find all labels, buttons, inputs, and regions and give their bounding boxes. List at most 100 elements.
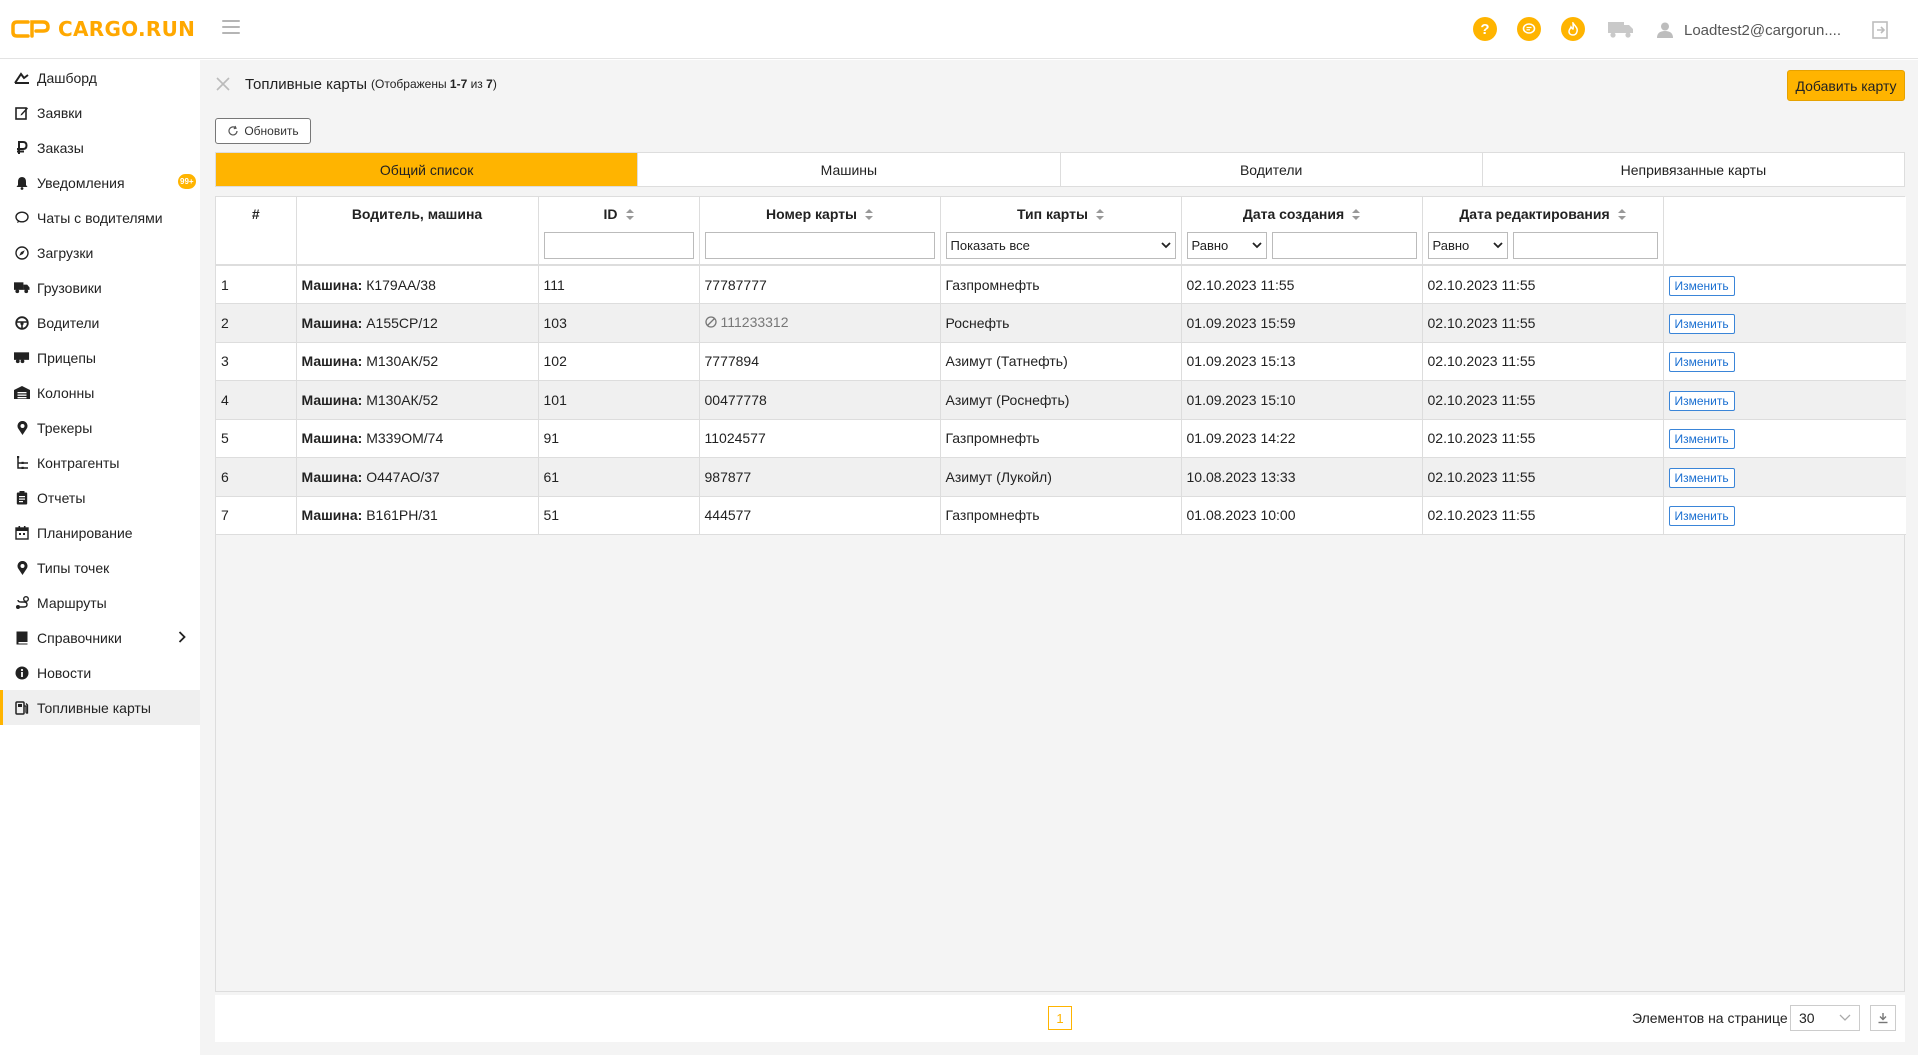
edited-operator-select[interactable]: Равно (1427, 232, 1508, 259)
sort-icon[interactable] (1617, 208, 1626, 220)
edit-button[interactable]: Изменить (1668, 352, 1735, 373)
edit-button[interactable]: Изменить (1668, 429, 1735, 450)
card-number-filter-input[interactable] (704, 232, 935, 259)
col-header-card-number[interactable]: Номер карты (699, 197, 941, 266)
sidebar-item[interactable]: Отчеты (0, 480, 200, 515)
sidebar-item-label: Топливные карты (37, 699, 151, 716)
card-id: 91 (538, 419, 700, 458)
logout-icon[interactable] (1870, 20, 1890, 40)
ruble-icon (14, 140, 30, 156)
chevron-down-icon (1160, 242, 1171, 249)
sidebar-item[interactable]: Колонны (0, 375, 200, 410)
sort-icon[interactable] (865, 208, 874, 220)
card-id: 102 (538, 342, 700, 381)
card-id: 111 (538, 265, 700, 304)
sort-icon[interactable] (1352, 208, 1361, 220)
col-header-edited-date[interactable]: Дата редактирования Равно (1422, 197, 1664, 266)
actions-cell: Изменить (1663, 496, 1906, 535)
sidebar-item-label: Колонны (37, 384, 95, 401)
sidebar-item[interactable]: Новости (0, 655, 200, 690)
sidebar-item[interactable]: Уведомления 99+ (0, 165, 200, 200)
sidebar-item[interactable]: Маршруты (0, 585, 200, 620)
col-header-id[interactable]: ID (538, 197, 700, 266)
col-header-card-type[interactable]: Тип карты Показать все (940, 197, 1182, 266)
download-button[interactable] (1870, 1005, 1896, 1031)
col-header-number: # (216, 197, 297, 266)
menu-toggle-icon[interactable] (222, 20, 240, 36)
sidebar-item[interactable]: Водители (0, 305, 200, 340)
main-content: Топливные карты (Отображены 1-7 из 7) До… (200, 60, 1918, 1055)
tab[interactable]: Машины (638, 153, 1061, 186)
vehicle-prefix: Машина: (301, 430, 363, 447)
tab[interactable]: Водители (1061, 153, 1483, 186)
sidebar-item-label: Планирование (37, 524, 133, 541)
created-date: 10.08.2023 13:33 (1181, 457, 1423, 497)
trailer-icon (14, 350, 30, 366)
actions-cell: Изменить (1663, 303, 1906, 343)
map-pin-icon (14, 560, 30, 576)
sort-icon[interactable] (625, 208, 634, 220)
sidebar-item[interactable]: Контрагенты (0, 445, 200, 480)
help-icon[interactable]: ? (1473, 17, 1497, 41)
sidebar-item[interactable]: Трекеры (0, 410, 200, 445)
refresh-button[interactable]: Обновить (215, 118, 311, 144)
fuel-pump-icon (14, 700, 30, 716)
chat-icon[interactable] (1517, 17, 1541, 41)
truck-icon[interactable] (1607, 19, 1635, 39)
vehicle-prefix: Машина: (301, 276, 363, 293)
sort-icon[interactable] (1095, 208, 1104, 220)
sidebar-item[interactable]: Дашборд (0, 60, 200, 95)
close-icon[interactable] (215, 76, 231, 92)
edit-button[interactable]: Изменить (1668, 506, 1735, 527)
row-number: 5 (216, 419, 297, 458)
clipboard-icon (14, 490, 30, 506)
logo[interactable]: CARGO.RUN (10, 16, 195, 42)
sidebar-item[interactable]: Планирование (0, 515, 200, 550)
add-card-button[interactable]: Добавить карту (1787, 70, 1905, 101)
col-header-actions (1663, 197, 1906, 266)
row-number: 3 (216, 342, 297, 381)
sidebar-item[interactable]: Загрузки (0, 235, 200, 270)
edited-date-filter-input[interactable] (1512, 232, 1658, 259)
sidebar-item-label: Типы точек (37, 559, 110, 576)
sidebar-item[interactable]: Грузовики (0, 270, 200, 305)
blocked-icon (704, 316, 717, 328)
logo-icon (11, 20, 50, 38)
sidebar-item[interactable]: Прицепы (0, 340, 200, 375)
per-page-select[interactable]: 30 (1790, 1005, 1860, 1031)
sidebar-item-label: Отчеты (37, 489, 86, 506)
page-number-button[interactable]: 1 (1048, 1006, 1072, 1030)
created-operator-select[interactable]: Равно (1186, 232, 1267, 259)
sidebar-item[interactable]: Заказы (0, 130, 200, 165)
edited-date: 02.10.2023 11:55 (1422, 457, 1664, 497)
tab[interactable]: Непривязанные карты (1483, 153, 1904, 186)
sidebar-item[interactable]: Справочники (0, 620, 200, 655)
sidebar-item[interactable]: Типы точек (0, 550, 200, 585)
vehicle-cell: Машина: А155СР/12 (296, 303, 539, 343)
tab[interactable]: Общий список (216, 153, 639, 186)
edit-button[interactable]: Изменить (1668, 390, 1735, 411)
chevron-down-icon (1251, 242, 1262, 249)
sidebar-item[interactable]: Чаты с водителями (0, 200, 200, 235)
fire-icon[interactable] (1561, 17, 1585, 41)
col-header-driver-vehicle: Водитель, машина (296, 197, 539, 266)
edit-button[interactable]: Изменить (1668, 313, 1735, 334)
truck-icon (14, 280, 30, 296)
page-title: Топливные карты (245, 75, 368, 93)
created-date-filter-input[interactable] (1271, 232, 1417, 259)
edit-button[interactable]: Изменить (1668, 467, 1735, 488)
sidebar-item[interactable]: Заявки (0, 95, 200, 130)
map-pin-icon (14, 420, 30, 436)
edit-button[interactable]: Изменить (1668, 275, 1735, 296)
card-number: 444577 (704, 507, 752, 524)
card-id: 101 (538, 380, 700, 420)
pagination-footer: 1 Элементов на странице 30 (215, 995, 1905, 1042)
card-number-cell: 00477778 (699, 380, 941, 420)
card-number: 00477778 (704, 391, 767, 408)
col-header-created-date[interactable]: Дата создания Равно (1181, 197, 1423, 266)
card-type-filter-select[interactable]: Показать все (945, 232, 1176, 259)
user-menu[interactable]: Loadtest2@cargorun.... (1656, 17, 1841, 43)
created-date: 01.09.2023 14:22 (1181, 419, 1423, 458)
sidebar-item[interactable]: Топливные карты (0, 690, 200, 725)
id-filter-input[interactable] (543, 232, 694, 259)
